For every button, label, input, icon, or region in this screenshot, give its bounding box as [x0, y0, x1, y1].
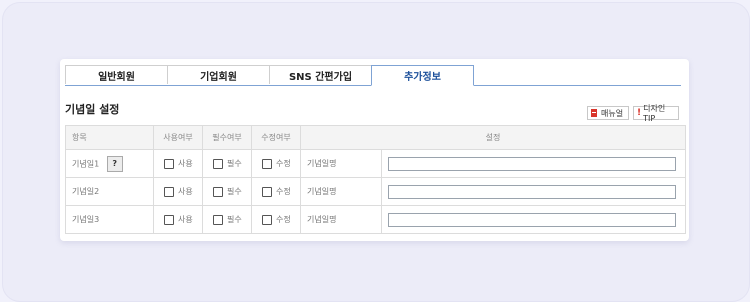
edit-cell: 수정 — [251, 177, 301, 206]
tab-general-member[interactable]: 일반회원 — [65, 65, 168, 84]
anniversary-name-input[interactable] — [388, 156, 676, 171]
edit-checkbox[interactable] — [262, 158, 272, 169]
use-label: 사용 — [178, 159, 193, 168]
required-checkbox[interactable] — [213, 214, 223, 225]
exclamation-icon: ! — [637, 108, 642, 118]
edit-checkbox[interactable] — [262, 186, 272, 197]
required-cell: 필수 — [202, 149, 252, 178]
use-checkbox[interactable] — [164, 214, 174, 225]
anniversary-table: 항목 사용여부 필수여부 수정여부 설정 기념일1 ? 사용 필수 수정 기념일… — [65, 125, 687, 234]
settings-panel: 일반회원 기업회원 SNS 간편가입 추가정보 기념일 설정 매뉴얼 ! 디자인… — [60, 59, 689, 241]
edit-label: 수정 — [276, 215, 291, 224]
section-title: 기념일 설정 — [65, 103, 120, 116]
edit-label: 수정 — [276, 187, 291, 196]
required-label: 필수 — [227, 159, 242, 168]
design-tip-button-label: 디자인TIP — [643, 104, 666, 123]
table-row: 기념일3 사용 필수 수정 기념일명 — [65, 205, 687, 234]
edit-label: 수정 — [276, 159, 291, 168]
use-checkbox[interactable] — [164, 158, 174, 169]
use-label: 사용 — [178, 187, 193, 196]
name-label-cell: 기념일명 — [300, 177, 382, 206]
required-label: 필수 — [227, 215, 242, 224]
header-use: 사용여부 — [153, 125, 203, 150]
input-cell — [380, 205, 687, 234]
row-item-label: 기념일3 — [72, 215, 100, 224]
use-cell: 사용 — [153, 205, 203, 234]
input-cell — [380, 177, 687, 206]
table-row: 기념일2 사용 필수 수정 기념일명 — [65, 177, 687, 206]
anniversary-name-input[interactable] — [388, 212, 676, 227]
header-required: 필수여부 — [202, 125, 252, 150]
header-edit: 수정여부 — [251, 125, 301, 150]
row-item-cell: 기념일1 ? — [65, 149, 154, 178]
row-item-label: 기념일1 — [72, 159, 100, 168]
design-tip-button[interactable]: ! 디자인TIP — [633, 104, 679, 123]
tab-additional-info[interactable]: 추가정보 — [371, 65, 474, 86]
row-item-cell: 기념일3 — [65, 205, 154, 234]
anniversary-name-input[interactable] — [388, 184, 676, 199]
row-item-cell: 기념일2 — [65, 177, 154, 206]
tab-sns-signup[interactable]: SNS 간편가입 — [269, 65, 372, 84]
input-cell — [380, 149, 687, 178]
table-header-row: 항목 사용여부 필수여부 수정여부 설정 — [65, 125, 687, 150]
document-icon — [591, 109, 597, 117]
table-row: 기념일1 ? 사용 필수 수정 기념일명 — [65, 149, 687, 178]
required-cell: 필수 — [202, 177, 252, 206]
edit-cell: 수정 — [251, 149, 301, 178]
required-checkbox[interactable] — [213, 158, 223, 169]
tab-business-member[interactable]: 기업회원 — [167, 65, 270, 84]
name-label-cell: 기념일명 — [300, 205, 382, 234]
manual-button-label: 매뉴얼 — [601, 108, 624, 118]
help-icon[interactable]: ? — [106, 155, 123, 172]
header-setting: 설정 — [299, 125, 687, 150]
required-label: 필수 — [227, 187, 242, 196]
header-item: 항목 — [65, 125, 154, 150]
use-cell: 사용 — [153, 177, 203, 206]
required-cell: 필수 — [202, 205, 252, 234]
use-checkbox[interactable] — [164, 186, 174, 197]
edit-checkbox[interactable] — [262, 214, 272, 225]
use-cell: 사용 — [153, 149, 203, 178]
row-item-label: 기념일2 — [72, 187, 100, 196]
required-checkbox[interactable] — [213, 186, 223, 197]
tab-bar: 일반회원 기업회원 SNS 간편가입 추가정보 — [65, 65, 681, 86]
manual-button[interactable]: 매뉴얼 — [587, 106, 629, 120]
edit-cell: 수정 — [251, 205, 301, 234]
name-label-cell: 기념일명 — [300, 149, 382, 178]
use-label: 사용 — [178, 215, 193, 224]
